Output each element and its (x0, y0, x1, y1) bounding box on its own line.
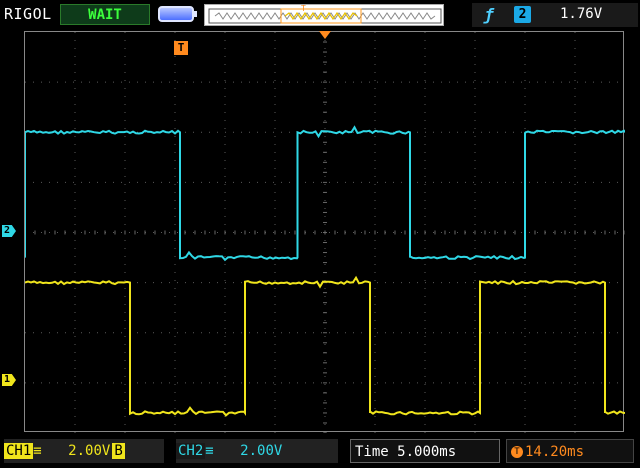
trigger-position-value: 14.20ms (525, 444, 585, 460)
dc-coupling-icon: ≡ (33, 443, 42, 459)
ch1-bw-limit-flag: B (112, 443, 125, 459)
trigger-position-arrow-icon (319, 31, 331, 39)
trigger-level: 1.76V (560, 6, 603, 22)
memory-depth-bar: T (204, 4, 444, 26)
ch2-settings[interactable]: CH2 ≡ 2.00V (176, 439, 338, 463)
memory-waveform-icon: T (208, 5, 442, 24)
ch1-scale: 2.00V (68, 443, 111, 459)
trigger-panel (472, 3, 638, 27)
waveform-display[interactable] (24, 31, 625, 433)
ch2-label: CH2 (176, 443, 206, 459)
timebase-settings[interactable]: Time 5.000ms (350, 439, 500, 463)
trigger-source: 2 (514, 6, 531, 23)
ch1-label: CH1 (4, 443, 34, 459)
brand-logo: RIGOL (4, 5, 52, 23)
ch2-scale: 2.00V (240, 443, 283, 459)
ch1-settings[interactable]: CH1 ≡ 2.00V B (4, 439, 164, 463)
trigger-offset-icon: T (511, 446, 523, 458)
trigger-marker-icon: T (174, 41, 188, 55)
run-status-badge: WAIT (60, 4, 150, 25)
timebase-value: 5.000ms (397, 444, 457, 460)
battery-icon (158, 6, 197, 22)
dc-coupling-icon: ≡ (205, 443, 214, 459)
timebase-label: Time (355, 444, 389, 460)
ch1-offset-marker[interactable]: 1 (2, 374, 16, 386)
trigger-position-settings[interactable]: T 14.20ms (506, 439, 634, 463)
ch2-offset-marker[interactable]: 2 (2, 225, 16, 237)
rising-edge-icon: ƒ (484, 5, 494, 24)
ch1-trace (25, 275, 625, 417)
svg-text:T: T (301, 5, 306, 13)
waveform-canvas (25, 32, 625, 433)
